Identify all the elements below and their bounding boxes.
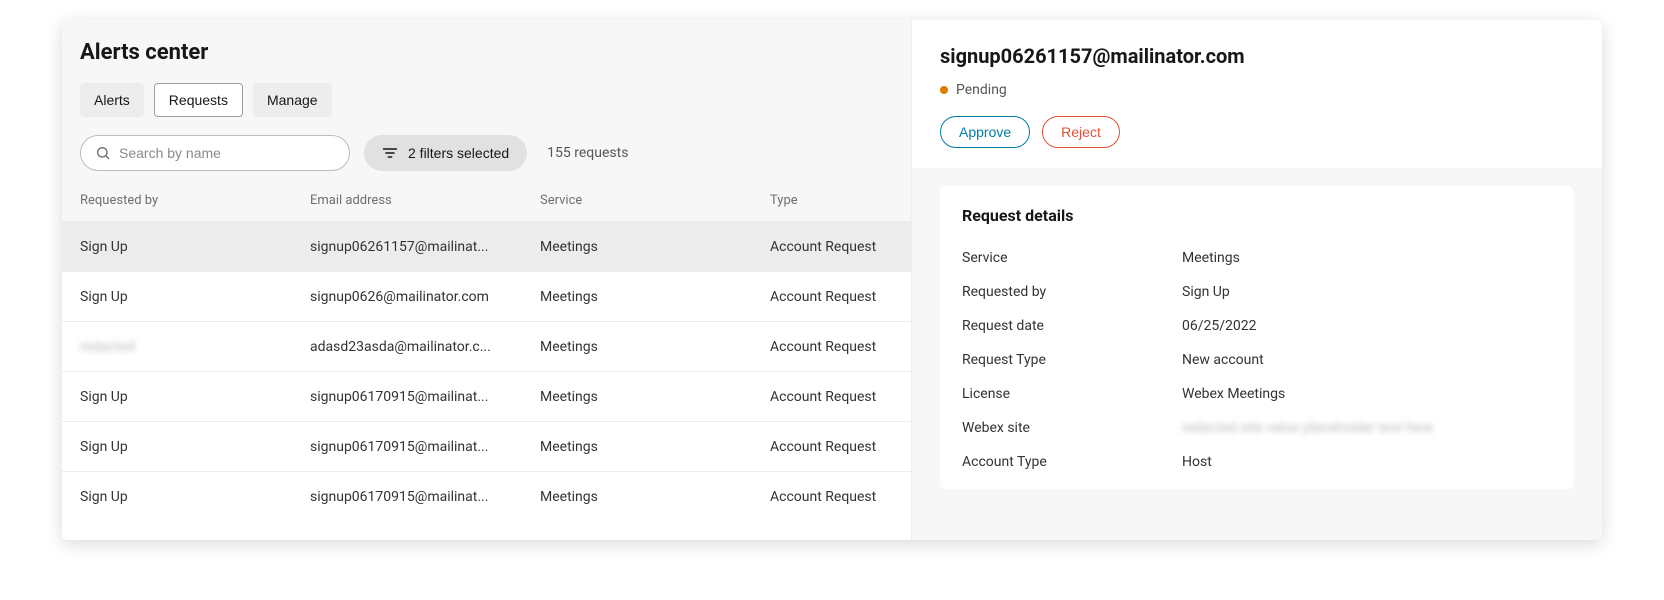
list-panel: Alerts center Alerts Requests Manage	[62, 20, 912, 540]
cell-email: signup06261157@mailinat...	[310, 239, 540, 255]
cell-type: Account Request	[770, 239, 911, 255]
cell-requested-by: redacted	[80, 339, 310, 355]
detail-field-row: Request date06/25/2022	[962, 309, 1552, 343]
detail-field-row: ServiceMeetings	[962, 241, 1552, 275]
tabs: Alerts Requests Manage	[80, 83, 893, 117]
cell-requested-by: Sign Up	[80, 289, 310, 305]
detail-field-row: LicenseWebex Meetings	[962, 377, 1552, 411]
column-header[interactable]: Service	[540, 193, 770, 208]
cell-type: Account Request	[770, 489, 911, 505]
detail-field-row: Webex siteredacted site value placeholde…	[962, 411, 1552, 445]
detail-field-key: Request Type	[962, 352, 1182, 368]
status-dot-icon	[940, 86, 948, 94]
detail-actions: Approve Reject	[940, 116, 1574, 148]
cell-service: Meetings	[540, 439, 770, 455]
detail-field-value: Meetings	[1182, 250, 1552, 266]
cell-requested-by: Sign Up	[80, 489, 310, 505]
search-field-wrap[interactable]	[80, 135, 350, 171]
cell-requested-by: Sign Up	[80, 389, 310, 405]
filter-icon	[382, 147, 398, 159]
detail-field-key: Service	[962, 250, 1182, 266]
detail-panel: signup06261157@mailinator.com Pending Ap…	[912, 20, 1602, 540]
alerts-center-card: Alerts center Alerts Requests Manage	[62, 20, 1602, 540]
detail-header: signup06261157@mailinator.com Pending Ap…	[912, 20, 1602, 168]
cell-service: Meetings	[540, 489, 770, 505]
detail-field-value: redacted site value placeholder text her…	[1182, 420, 1552, 436]
detail-section-title: Request details	[962, 206, 1552, 225]
table-row[interactable]: redactedadasd23asda@mailinator.c...Meeti…	[62, 321, 911, 371]
table-body: Sign Upsignup06261157@mailinat...Meeting…	[62, 221, 911, 540]
page-title: Alerts center	[80, 40, 893, 65]
cell-type: Account Request	[770, 439, 911, 455]
detail-body: Request details ServiceMeetingsRequested…	[940, 186, 1574, 489]
approve-button[interactable]: Approve	[940, 116, 1030, 148]
reject-button[interactable]: Reject	[1042, 116, 1120, 148]
detail-field-value: New account	[1182, 352, 1552, 368]
cell-service: Meetings	[540, 289, 770, 305]
detail-field-row: Account TypeHost	[962, 445, 1552, 479]
search-input[interactable]	[119, 145, 335, 161]
cell-service: Meetings	[540, 339, 770, 355]
table-row[interactable]: Sign Upsignup06170915@mailinat...Meeting…	[62, 371, 911, 421]
cell-email: adasd23asda@mailinator.c...	[310, 339, 540, 355]
column-header[interactable]: Requested by	[80, 193, 310, 208]
cell-email: signup06170915@mailinat...	[310, 389, 540, 405]
cell-email: signup06170915@mailinat...	[310, 489, 540, 505]
detail-field-key: Webex site	[962, 420, 1182, 436]
detail-field-key: Request date	[962, 318, 1182, 334]
filters-selected-button[interactable]: 2 filters selected	[364, 135, 527, 171]
results-count: 155 requests	[547, 145, 628, 161]
filters-selected-label: 2 filters selected	[408, 145, 509, 161]
detail-field-key: License	[962, 386, 1182, 402]
cell-service: Meetings	[540, 239, 770, 255]
detail-field-value: Sign Up	[1182, 284, 1552, 300]
tab-requests[interactable]: Requests	[154, 83, 243, 117]
detail-field-key: Account Type	[962, 454, 1182, 470]
detail-title: signup06261157@mailinator.com	[940, 44, 1574, 68]
cell-email: signup0626@mailinator.com	[310, 289, 540, 305]
table-row[interactable]: Sign Upsignup0626@mailinator.comMeetings…	[62, 271, 911, 321]
status-label: Pending	[956, 82, 1007, 98]
toolbar: 2 filters selected 155 requests	[80, 135, 893, 171]
detail-field-value: Host	[1182, 454, 1552, 470]
column-header[interactable]: Email address	[310, 193, 540, 208]
list-panel-header: Alerts center Alerts Requests Manage	[62, 20, 911, 179]
detail-fields: ServiceMeetingsRequested bySign UpReques…	[962, 241, 1552, 479]
table-row[interactable]: Sign Upsignup06170915@mailinat...Meeting…	[62, 421, 911, 471]
detail-field-value: 06/25/2022	[1182, 318, 1552, 334]
tab-manage[interactable]: Manage	[253, 83, 332, 117]
column-header[interactable]: Type	[770, 193, 930, 208]
table-row[interactable]: Sign Upsignup06170915@mailinat...Meeting…	[62, 471, 911, 521]
cell-email: signup06170915@mailinat...	[310, 439, 540, 455]
search-icon	[95, 145, 111, 161]
detail-field-key: Requested by	[962, 284, 1182, 300]
cell-type: Account Request	[770, 389, 911, 405]
detail-field-row: Requested bySign Up	[962, 275, 1552, 309]
detail-field-value: Webex Meetings	[1182, 386, 1552, 402]
status-line: Pending	[940, 82, 1574, 98]
detail-field-row: Request TypeNew account	[962, 343, 1552, 377]
cell-service: Meetings	[540, 389, 770, 405]
cell-type: Account Request	[770, 289, 911, 305]
detail-body-wrap: Request details ServiceMeetingsRequested…	[912, 168, 1602, 489]
cell-type: Account Request	[770, 339, 911, 355]
table-row[interactable]: Sign Upsignup06261157@mailinat...Meeting…	[62, 221, 911, 271]
cell-requested-by: Sign Up	[80, 239, 310, 255]
cell-requested-by: Sign Up	[80, 439, 310, 455]
table-header: Requested byEmail addressServiceType	[62, 179, 911, 221]
tab-alerts[interactable]: Alerts	[80, 83, 144, 117]
